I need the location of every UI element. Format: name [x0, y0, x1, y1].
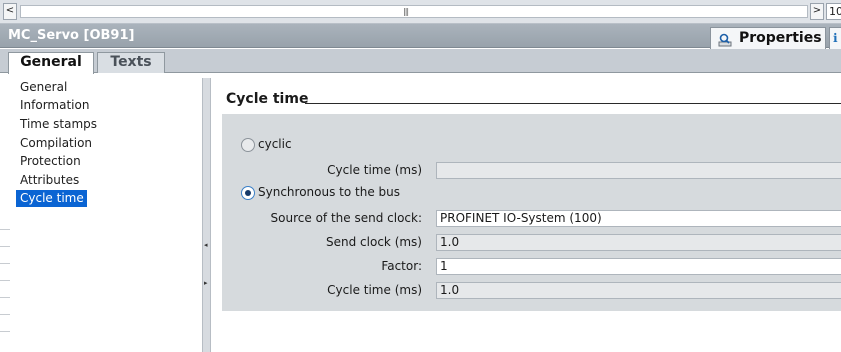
horizontal-scrollbar[interactable]: < ||| > 10	[0, 0, 841, 24]
cyclic-radio-label[interactable]: cyclic	[258, 137, 292, 151]
section-divider	[305, 103, 841, 104]
cycle-time-field-disabled	[436, 162, 841, 179]
nav-item-time-stamps[interactable]: Time stamps	[16, 116, 100, 133]
section-title: Cycle time	[226, 91, 309, 107]
send-clock-source-label: Source of the send clock:	[270, 211, 422, 225]
nav-separator	[0, 263, 10, 264]
inspector-title-bar: MC_Servo [OB91] Properties ℹ	[0, 24, 841, 49]
scroll-value-box[interactable]: 10	[826, 3, 841, 20]
nav-separator	[0, 280, 10, 281]
synchronous-radio[interactable]	[241, 186, 255, 200]
property-nav: General Information Time stamps Compilat…	[0, 74, 204, 352]
tab-texts[interactable]: Texts	[97, 52, 165, 73]
factor-field[interactable]: 1	[436, 258, 841, 275]
nav-separator	[0, 229, 10, 230]
content-area: Cycle time cyclic Cycle time (ms) Synchr…	[212, 74, 841, 352]
nav-item-compilation[interactable]: Compilation	[16, 135, 95, 152]
scroll-left-button[interactable]: <	[3, 3, 17, 20]
info-tab[interactable]: ℹ	[829, 27, 841, 49]
nav-separator	[0, 297, 10, 298]
window-title: MC_Servo [OB91]	[8, 28, 135, 43]
send-clock-label: Send clock (ms)	[326, 235, 422, 249]
send-clock-field: 1.0	[436, 234, 841, 251]
send-clock-source-field[interactable]: PROFINET IO-System (100)	[436, 210, 841, 227]
synchronous-radio-label[interactable]: Synchronous to the bus	[258, 185, 400, 199]
cyclic-radio[interactable]	[241, 138, 255, 152]
scroll-track[interactable]: |||	[20, 5, 808, 18]
properties-tab[interactable]: Properties	[710, 27, 826, 49]
nav-item-attributes[interactable]: Attributes	[16, 172, 82, 189]
properties-icon	[718, 33, 732, 47]
nav-separator	[0, 314, 10, 315]
nav-item-protection[interactable]: Protection	[16, 153, 84, 170]
nav-item-general[interactable]: General	[16, 79, 70, 96]
cycle-time-label: Cycle time (ms)	[327, 163, 422, 177]
cycle-time-result-label: Cycle time (ms)	[327, 283, 422, 297]
expand-right-arrow-icon[interactable]: ▸	[204, 278, 210, 288]
properties-tab-label: Properties	[739, 30, 822, 46]
panel-splitter[interactable]: ◂ ▸	[202, 78, 211, 352]
nav-item-information[interactable]: Information	[16, 97, 92, 114]
scroll-right-button[interactable]: >	[810, 3, 824, 20]
nav-separator	[0, 331, 10, 332]
factor-label: Factor:	[381, 259, 422, 273]
nav-item-cycle-time[interactable]: Cycle time	[16, 190, 87, 207]
collapse-left-arrow-icon[interactable]: ◂	[204, 240, 210, 250]
info-icon: ℹ	[833, 31, 838, 45]
cycle-time-panel: cyclic Cycle time (ms) Synchronous to th…	[222, 114, 841, 311]
cycle-time-result-field: 1.0	[436, 282, 841, 299]
scroll-thumb-grip[interactable]: |||	[403, 7, 409, 16]
nav-separator	[0, 246, 10, 247]
tab-strip: General Texts	[0, 49, 841, 74]
tab-general[interactable]: General	[8, 52, 94, 74]
